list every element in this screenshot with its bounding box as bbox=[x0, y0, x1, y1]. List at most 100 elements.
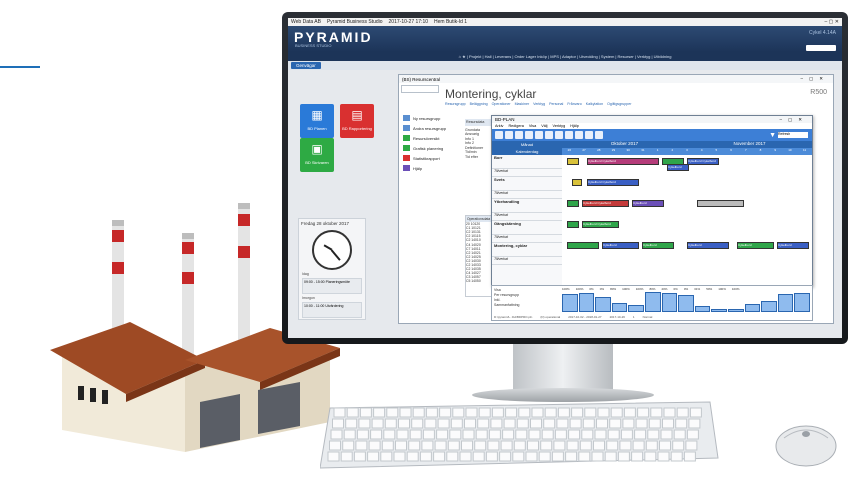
gantt-bar[interactable] bbox=[572, 179, 582, 186]
event-day-label: Idag bbox=[302, 272, 309, 276]
key bbox=[610, 407, 623, 418]
key bbox=[433, 451, 446, 462]
search-input[interactable] bbox=[806, 45, 836, 51]
tab-8[interactable]: Ogiltigsgrupper bbox=[607, 102, 631, 106]
gantt-bar[interactable]: Cykelbord bbox=[777, 242, 809, 249]
window-controls[interactable]: –▢✕ bbox=[779, 117, 808, 123]
grid-icon[interactable] bbox=[575, 131, 583, 139]
key bbox=[516, 418, 529, 429]
key bbox=[675, 418, 688, 429]
filter-select[interactable]: Refresh bbox=[778, 132, 808, 138]
main-nav[interactable]: ⌂ ★ | Projekt | Hall | Leverans | Order … bbox=[288, 52, 842, 61]
menu-item[interactable]: Arkiv bbox=[495, 124, 503, 128]
image-icon[interactable] bbox=[595, 131, 603, 139]
search-field[interactable] bbox=[401, 85, 439, 93]
tab-1[interactable]: Beläggning bbox=[470, 102, 488, 106]
gantt-row-label[interactable]: Montering, cyklar bbox=[492, 243, 562, 257]
key bbox=[393, 451, 406, 462]
tile-bd-skrivaren[interactable]: ▣ BD Skrivaren bbox=[300, 138, 334, 172]
gantt-bar[interactable]: Cykelbord bbox=[687, 242, 729, 249]
menu-item[interactable]: Hjälp bbox=[570, 124, 579, 128]
grid-icon[interactable] bbox=[565, 131, 573, 139]
key bbox=[371, 418, 384, 429]
tile-bd-rapportering[interactable]: ▤ BD Rapportering bbox=[340, 104, 374, 138]
gantt-bar[interactable]: Cykelbord Cykelbord bbox=[582, 221, 619, 228]
gantt-row-label[interactable]: Gängskärning bbox=[492, 221, 562, 235]
overview-option[interactable]: Sammanfattning bbox=[494, 303, 558, 308]
grid-icon[interactable] bbox=[555, 131, 563, 139]
gantt-row-label[interactable]: Ytbehandling bbox=[492, 199, 562, 213]
filter-icon[interactable]: ▼ bbox=[769, 132, 776, 139]
tab-0[interactable]: Resursgrupp bbox=[445, 102, 466, 106]
bd-plan-window: BD-PLAN –▢✕ Arkiv Redigera Visa Välj Verktyg… bbox=[491, 115, 813, 287]
menu-item[interactable]: Hjälp bbox=[403, 165, 461, 171]
resource-code: R500 bbox=[810, 89, 827, 96]
load-percent: 0% bbox=[599, 287, 605, 291]
tab-6[interactable]: Frånvaro bbox=[567, 102, 581, 106]
copy-icon[interactable] bbox=[525, 131, 533, 139]
menu-item-label: Statistikrapport bbox=[413, 155, 440, 161]
gantt-bar[interactable] bbox=[567, 200, 579, 207]
menu-item[interactable]: Välj bbox=[541, 124, 547, 128]
day-header: 7 bbox=[744, 148, 747, 152]
gantt-row-sublabel: Tillverkat bbox=[492, 169, 562, 177]
tile-bd-planen[interactable]: ▦ BD Planen bbox=[300, 104, 334, 138]
menu-item[interactable]: Verktyg bbox=[553, 124, 566, 128]
window-controls[interactable]: – ▢ ✕ bbox=[825, 19, 839, 25]
tab-5[interactable]: Personal bbox=[549, 102, 563, 106]
menu-item[interactable]: Statistikrapport bbox=[403, 155, 461, 161]
gantt-bar[interactable]: Cykelbord bbox=[667, 164, 689, 171]
key bbox=[553, 440, 566, 451]
key bbox=[358, 418, 371, 429]
key bbox=[634, 429, 647, 440]
key bbox=[543, 418, 556, 429]
menu-item[interactable]: Ändra resursgrupp bbox=[403, 125, 461, 131]
tab-4[interactable]: Verktyg bbox=[533, 102, 545, 106]
tile-label: BD Skrivaren bbox=[305, 160, 329, 165]
gantt-months: Oktober 2017 November 2017 bbox=[562, 141, 812, 148]
key bbox=[538, 451, 551, 462]
gantt-bar[interactable]: Cykelbord bbox=[602, 242, 639, 249]
gantt-bar[interactable]: Cykelbord Cykelbord bbox=[587, 179, 639, 186]
toolbar: ▼ Refresh bbox=[492, 129, 812, 141]
print-icon[interactable] bbox=[505, 131, 513, 139]
menu-item[interactable]: Resursöversikt bbox=[403, 135, 461, 141]
menu-item[interactable]: Visa bbox=[529, 124, 536, 128]
settings-icon[interactable] bbox=[545, 131, 553, 139]
load-percent: 100% bbox=[562, 287, 570, 291]
gantt-bar[interactable] bbox=[697, 200, 744, 207]
tab-3[interactable]: Maskiner bbox=[515, 102, 530, 106]
gantt-bar[interactable]: Cykelbord bbox=[642, 242, 674, 249]
menu-item[interactable]: Redigera bbox=[508, 124, 523, 128]
calendar-event[interactable]: 10:00 - 11:00 Utvärdering bbox=[302, 302, 362, 318]
undo-icon[interactable] bbox=[495, 131, 503, 139]
gantt-bar[interactable] bbox=[567, 242, 599, 249]
gantt-bar[interactable]: Cykelbord Cykelbord bbox=[587, 158, 659, 165]
tab-genvagar[interactable]: Genvägar bbox=[291, 62, 321, 69]
tab-7[interactable]: Kalkylation bbox=[586, 102, 603, 106]
month-header: November 2017 bbox=[733, 141, 766, 146]
user-label[interactable]: Cykel 4.14A bbox=[809, 30, 836, 36]
gantt-bar[interactable]: Cykelbord bbox=[737, 242, 774, 249]
gantt-bar[interactable]: Cykelbord bbox=[632, 200, 664, 207]
tab-2[interactable]: Operationer bbox=[492, 102, 511, 106]
gantt-bar[interactable] bbox=[567, 221, 579, 228]
key bbox=[478, 407, 491, 418]
key bbox=[672, 440, 685, 451]
grid-icon[interactable] bbox=[585, 131, 593, 139]
key bbox=[472, 451, 485, 462]
key bbox=[607, 429, 620, 440]
zoom-icon[interactable] bbox=[535, 131, 543, 139]
gantt-row-label[interactable]: Borr bbox=[492, 155, 562, 169]
key bbox=[659, 440, 671, 451]
gantt-row-label[interactable]: Svets bbox=[492, 177, 562, 191]
calendar-event[interactable]: 09:00 - 15:00 Planeringsmöte bbox=[302, 278, 362, 294]
gantt-chart[interactable]: Oktober 2017 November 2017 26 27 28 29 30 31 1 2… bbox=[562, 141, 812, 286]
gantt-bar[interactable]: Cykelbord Cykelbord bbox=[687, 158, 719, 165]
gantt-bar[interactable] bbox=[567, 158, 579, 165]
menu-item[interactable]: Ny resursgrupp bbox=[403, 115, 461, 121]
window-controls[interactable]: –▢✕ bbox=[800, 76, 829, 82]
gantt-bar[interactable]: Cykelbord Cykelbord bbox=[582, 200, 629, 207]
refresh-icon[interactable] bbox=[515, 131, 523, 139]
menu-item[interactable]: Grafisk planering bbox=[403, 145, 461, 151]
